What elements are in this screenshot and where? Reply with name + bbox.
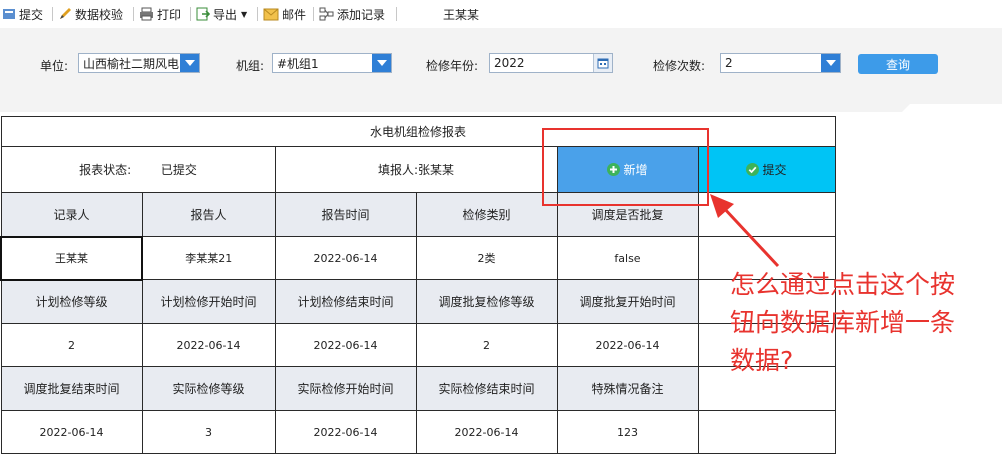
table-cell[interactable]: 2 — [0, 323, 143, 367]
report-status: 报表状态: 已提交 — [0, 146, 276, 193]
toolbar: 提交 数据校验 打印 导出 ▼ 邮件 添加记录 王某某 — [0, 0, 1002, 28]
table-cell[interactable]: 2022-06-14 — [556, 323, 699, 367]
value-row-3: 2022-06-14 3 2022-06-14 2022-06-14 123 — [0, 410, 836, 454]
envelope-icon — [263, 8, 279, 20]
unit-group-select[interactable]: #机组1 — [272, 53, 392, 73]
table-header-cell: 特殊情况备注 — [556, 366, 699, 411]
toolbar-divider — [133, 7, 134, 21]
annotation-arrow-icon — [710, 194, 780, 268]
table-cell[interactable]: 2类 — [415, 236, 558, 280]
panel-collapse-tab[interactable] — [902, 104, 1002, 112]
table-cell[interactable]: 2022-06-14 — [274, 236, 417, 280]
count-select[interactable]: 2 — [720, 53, 841, 73]
table-header-cell: 调度批复开始时间 — [556, 279, 699, 324]
table-cell[interactable]: 3 — [141, 410, 276, 454]
print-toolbar-button[interactable]: 打印 — [139, 5, 181, 23]
current-user-label: 王某某 — [443, 7, 480, 22]
toolbar-divider — [190, 7, 191, 21]
annotation-text: 怎么通过点击这个按 钮向数据库新增一条 数据? — [730, 270, 956, 375]
unit-group-label: 机组: — [236, 59, 265, 73]
export-icon — [196, 7, 210, 21]
annotation-highlight-box — [542, 128, 709, 206]
year-label: 检修年份: — [426, 59, 479, 73]
table-header-cell: 实际检修结束时间 — [415, 366, 558, 411]
toolbar-divider — [257, 7, 258, 21]
table-header-cell: 调度批复检修等级 — [415, 279, 558, 324]
current-user: 王某某 — [443, 5, 479, 23]
add-record-toolbar-button[interactable]: 添加记录 — [319, 5, 385, 23]
unit-group-select-value: #机组1 — [277, 56, 319, 71]
dropdown-arrow-icon[interactable] — [821, 54, 840, 72]
toolbar-divider — [52, 7, 53, 21]
year-picker[interactable]: 2022 — [489, 53, 613, 73]
table-header-cell: 调度批复结束时间 — [0, 366, 143, 411]
table-cell[interactable]: 123 — [556, 410, 699, 454]
pencil-check-icon — [60, 8, 71, 19]
validate-toolbar-label: 数据校验 — [75, 7, 124, 22]
submit-button[interactable]: 提交 — [697, 146, 836, 193]
table-cell[interactable]: 2022-06-14 — [274, 323, 417, 367]
printer-icon — [140, 7, 153, 21]
table-header-cell: 实际检修等级 — [141, 366, 276, 411]
calendar-icon[interactable] — [593, 54, 612, 72]
chevron-down-icon: ▼ — [241, 9, 248, 19]
table-header-cell: 报告时间 — [274, 192, 417, 237]
validate-toolbar-button[interactable]: 数据校验 — [58, 5, 123, 23]
table-cell[interactable]: 2022-06-14 — [274, 410, 417, 454]
table-header-cell: 计划检修开始时间 — [141, 279, 276, 324]
dropdown-arrow-icon[interactable] — [372, 54, 391, 72]
unit-label: 单位: — [40, 59, 69, 73]
report-status-label: 报表状态: — [79, 163, 132, 177]
toolbar-divider — [396, 7, 397, 21]
table-header-cell: 计划检修结束时间 — [274, 279, 417, 324]
table-header-cell: 检修类别 — [415, 192, 558, 237]
filter-bar: 单位: 山西榆社二期风电 机组: #机组1 检修年份: 2022 检修次数: 2… — [0, 28, 1002, 112]
unit-select[interactable]: 山西榆社二期风电 — [78, 53, 200, 73]
table-cell[interactable]: 2022-06-14 — [0, 410, 143, 454]
table-cell[interactable]: 2022-06-14 — [415, 410, 558, 454]
header-row-2: 计划检修等级 计划检修开始时间 计划检修结束时间 调度批复检修等级 调度批复开始… — [0, 279, 836, 324]
unit-select-value: 山西榆社二期风电 — [83, 56, 180, 71]
report-status-value: 已提交 — [160, 163, 197, 177]
report-filler: 填报人:张某某 — [274, 146, 558, 193]
table-header-cell: 实际检修开始时间 — [274, 366, 417, 411]
export-toolbar-button[interactable]: 导出 ▼ — [196, 5, 247, 23]
query-button[interactable]: 查询 — [858, 54, 938, 74]
value-row-2: 2 2022-06-14 2022-06-14 2 2022-06-14 — [0, 323, 836, 367]
submit-icon — [3, 9, 15, 19]
table-header-cell: 计划检修等级 — [0, 279, 143, 324]
add-record-icon — [319, 7, 334, 21]
add-record-toolbar-label: 添加记录 — [337, 7, 386, 22]
count-select-value: 2 — [725, 56, 733, 70]
submit-toolbar-button[interactable]: 提交 — [2, 5, 43, 23]
empty-cell — [697, 410, 836, 454]
year-picker-value: 2022 — [494, 56, 525, 70]
count-label: 检修次数: — [653, 59, 706, 73]
toolbar-divider — [313, 7, 314, 21]
table-header-cell: 记录人 — [0, 192, 143, 237]
submit-toolbar-label: 提交 — [19, 7, 44, 22]
export-toolbar-label: 导出 — [213, 7, 238, 22]
dropdown-arrow-icon[interactable] — [180, 54, 199, 72]
table-cell[interactable]: 2022-06-14 — [141, 323, 276, 367]
report-title: 水电机组检修报表 — [0, 116, 836, 147]
submit-button-label: 提交 — [762, 162, 787, 177]
table-cell[interactable]: 李某某21 — [141, 236, 276, 280]
table-cell[interactable]: 王某某 — [0, 235, 143, 281]
table-cell[interactable]: 2 — [415, 323, 558, 367]
report-table: 水电机组检修报表 报表状态: 已提交 填报人:张某某 新增 提交 记录人 报告人… — [0, 116, 836, 454]
header-row-3: 调度批复结束时间 实际检修等级 实际检修开始时间 实际检修结束时间 特殊情况备注 — [0, 366, 836, 411]
email-toolbar-label: 邮件 — [282, 7, 307, 22]
print-toolbar-label: 打印 — [157, 7, 182, 22]
email-toolbar-button[interactable]: 邮件 — [263, 5, 306, 23]
table-cell[interactable]: false — [556, 236, 699, 280]
check-circle-icon — [746, 162, 760, 176]
table-header-cell: 报告人 — [141, 192, 276, 237]
